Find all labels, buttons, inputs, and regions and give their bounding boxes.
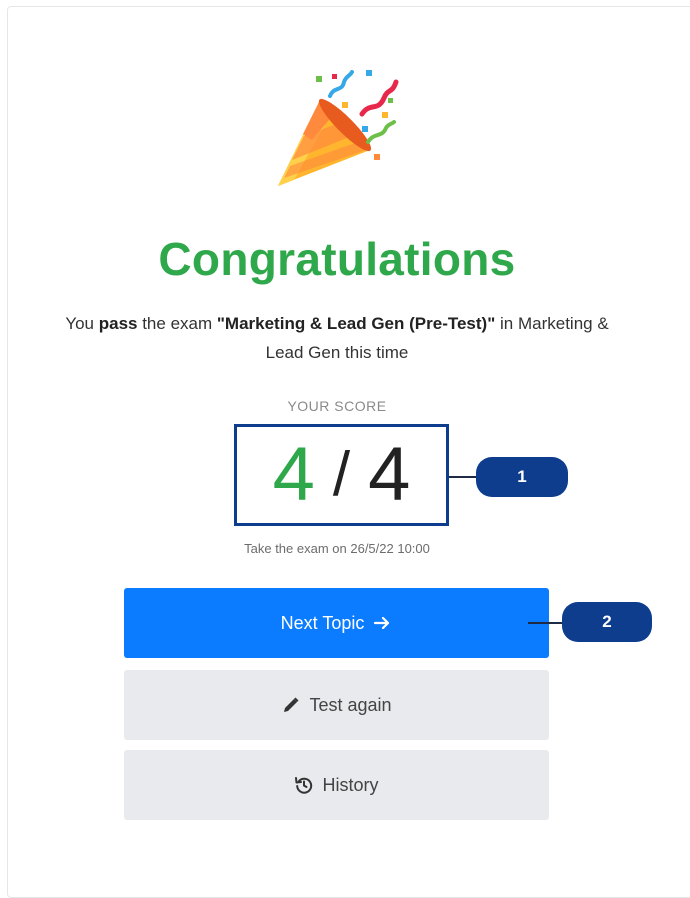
history-icon — [294, 775, 314, 795]
callout-badge-2: 2 — [562, 602, 652, 642]
pencil-icon — [281, 695, 301, 715]
exam-taken-date: Take the exam on 26/5/22 10:00 — [244, 541, 430, 556]
score-separator: / — [332, 440, 351, 509]
test-again-button[interactable]: Test again — [124, 670, 549, 740]
callout-badge-1: 1 — [476, 457, 568, 497]
test-again-label: Test again — [309, 694, 392, 715]
exam-name: "Marketing & Lead Gen (Pre-Test)" — [216, 314, 496, 333]
callout-2-line — [528, 622, 566, 624]
result-description: You pass the exam "Marketing & Lead Gen … — [60, 309, 614, 367]
score-got: 4 — [272, 432, 315, 517]
next-topic-label: Next Topic — [280, 612, 365, 633]
score-label: YOUR SCORE — [287, 398, 387, 414]
history-button[interactable]: History — [124, 750, 549, 820]
arrow-right-icon — [372, 613, 392, 633]
desc-prefix: You — [65, 314, 99, 333]
score-total: 4 — [368, 432, 411, 517]
desc-pass: pass — [98, 314, 138, 333]
congratulations-title: Congratulations — [158, 233, 516, 285]
score-display: 4 / 4 — [234, 424, 449, 526]
next-topic-button[interactable]: Next Topic — [124, 588, 549, 658]
party-popper-icon — [278, 70, 399, 186]
history-label: History — [322, 774, 379, 795]
desc-middle: the exam — [137, 314, 217, 333]
